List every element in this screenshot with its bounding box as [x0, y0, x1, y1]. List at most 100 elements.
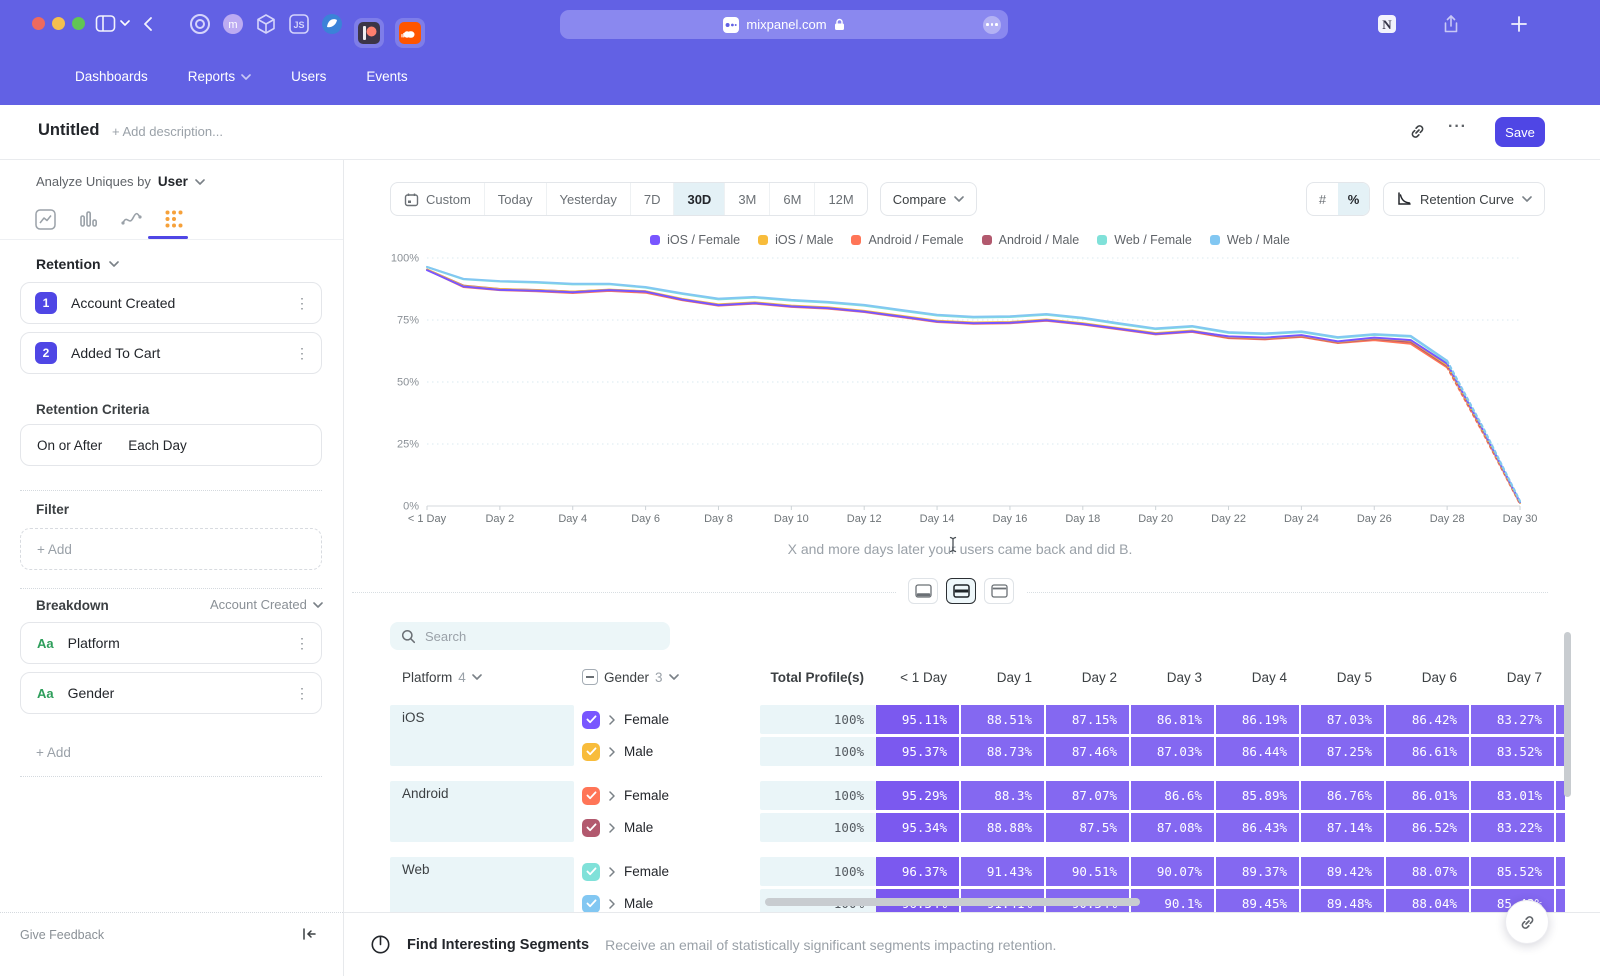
save-button[interactable]: Save	[1495, 117, 1545, 147]
chevron-right-icon[interactable]	[609, 715, 615, 725]
series-checkbox[interactable]	[582, 863, 600, 881]
soundcloud-icon[interactable]	[395, 18, 425, 48]
total-column-header[interactable]: Total Profile(s)	[760, 670, 876, 685]
share-link-floating-button[interactable]	[1505, 900, 1549, 944]
gender-cell[interactable]: Male	[574, 737, 760, 766]
gender-cell[interactable]: Female	[574, 857, 760, 886]
breakdown-property-label[interactable]: Gender	[68, 685, 115, 701]
day-column-header[interactable]: Day 4	[1216, 670, 1299, 685]
legend-item[interactable]: iOS / Male	[758, 233, 833, 247]
more-options-icon[interactable]: ⋮	[295, 636, 309, 650]
tab-funnels[interactable]	[77, 208, 100, 231]
more-options-icon[interactable]: ⋮	[295, 346, 309, 360]
nav-item-users[interactable]: Users	[291, 69, 326, 84]
retention-value-cell[interactable]: 85.52%	[1471, 857, 1554, 886]
add-breakdown-button[interactable]: + Add	[20, 738, 322, 777]
gender-label[interactable]: Male	[624, 820, 653, 835]
globe-icon[interactable]	[321, 13, 343, 35]
retention-value-cell[interactable]: 87.08%	[1131, 813, 1214, 842]
retention-value-cell[interactable]: 91.43%	[961, 857, 1044, 886]
horizontal-scrollbar[interactable]	[765, 898, 1140, 906]
legend-item[interactable]: iOS / Female	[650, 233, 740, 247]
gender-label[interactable]: Male	[624, 896, 653, 911]
layout-split-button[interactable]	[946, 578, 976, 604]
breakdown-card[interactable]: AaGender⋮	[20, 672, 322, 714]
retention-value-cell[interactable]: 83.01%	[1471, 781, 1554, 810]
step-event-label[interactable]: Account Created	[71, 295, 175, 311]
more-options-icon[interactable]: ···	[1448, 118, 1467, 136]
date-range-7d[interactable]: 7D	[630, 183, 674, 215]
close-window-button[interactable]	[32, 17, 45, 30]
retention-value-cell[interactable]: 87.14%	[1301, 813, 1384, 842]
criteria-interval[interactable]: Each Day	[128, 438, 187, 453]
series-checkbox[interactable]	[582, 711, 600, 729]
retention-value-cell[interactable]: 86.01%	[1386, 781, 1469, 810]
series-checkbox[interactable]	[582, 819, 600, 837]
select-all-checkbox[interactable]	[582, 669, 598, 685]
notion-tab-icon[interactable]: N	[1376, 13, 1398, 35]
retention-value-cell[interactable]: 87.25%	[1301, 737, 1384, 766]
retention-value-cell[interactable]: 87.07%	[1046, 781, 1129, 810]
series-checkbox[interactable]	[582, 787, 600, 805]
more-options-icon[interactable]: ⋮	[295, 296, 309, 310]
chart-type-selector[interactable]: Retention Curve	[1383, 182, 1545, 216]
legend-item[interactable]: Android / Male	[982, 233, 1080, 247]
legend-item[interactable]: Web / Female	[1097, 233, 1192, 247]
retention-step-card[interactable]: 1Account Created⋮	[20, 282, 322, 324]
vertical-scrollbar[interactable]	[1564, 632, 1571, 797]
copy-link-icon[interactable]	[1408, 122, 1427, 141]
retention-value-cell-clipped[interactable]	[1556, 813, 1565, 842]
gender-label[interactable]: Male	[624, 744, 653, 759]
retention-value-cell[interactable]: 90.07%	[1131, 857, 1214, 886]
gender-label[interactable]: Female	[624, 864, 669, 879]
step-event-label[interactable]: Added To Cart	[71, 345, 160, 361]
date-range-30d[interactable]: 30D	[673, 183, 724, 215]
cube-icon[interactable]	[255, 13, 277, 35]
breakdown-scope-selector[interactable]: Account Created	[210, 597, 323, 612]
day-column-header[interactable]: Day 2	[1046, 670, 1129, 685]
chevron-down-icon[interactable]	[195, 179, 205, 185]
retention-value-cell[interactable]: 89.37%	[1216, 857, 1299, 886]
retention-value-cell[interactable]: 86.42%	[1386, 705, 1469, 734]
new-tab-icon[interactable]	[1508, 13, 1530, 35]
share-icon[interactable]	[1440, 13, 1462, 35]
day-column-header[interactable]: Day 3	[1131, 670, 1214, 685]
retention-value-cell[interactable]: 95.11%	[876, 705, 959, 734]
onepassword-icon[interactable]	[189, 13, 211, 35]
day-column-header[interactable]: Day 7	[1471, 670, 1554, 685]
breakdown-card[interactable]: AaPlatform⋮	[20, 622, 322, 664]
add-filter-button[interactable]: + Add	[20, 528, 322, 570]
gender-cell[interactable]: Female	[574, 781, 760, 810]
chevron-right-icon[interactable]	[609, 823, 615, 833]
retention-step-card[interactable]: 2Added To Cart⋮	[20, 332, 322, 374]
retention-value-cell[interactable]: 86.6%	[1131, 781, 1214, 810]
nav-item-dashboards[interactable]: Dashboards	[75, 69, 148, 84]
retention-value-cell[interactable]: 87.03%	[1301, 705, 1384, 734]
day-column-header[interactable]: Day 1	[961, 670, 1044, 685]
retention-value-cell[interactable]: 87.15%	[1046, 705, 1129, 734]
compare-button[interactable]: Compare	[880, 182, 977, 216]
retention-value-cell[interactable]: 95.29%	[876, 781, 959, 810]
chevron-down-icon[interactable]	[109, 261, 119, 267]
retention-value-cell[interactable]: 88.88%	[961, 813, 1044, 842]
absolute-numbers-toggle[interactable]: #	[1307, 183, 1338, 215]
retention-value-cell[interactable]: 83.52%	[1471, 737, 1554, 766]
js-icon[interactable]: JS	[288, 13, 310, 35]
day-column-header[interactable]: Day 5	[1301, 670, 1384, 685]
table-search-input[interactable]: Search	[390, 622, 670, 650]
collapse-sidebar-icon[interactable]	[300, 925, 318, 943]
retention-value-cell-clipped[interactable]	[1556, 857, 1565, 886]
retention-value-cell[interactable]: 87.03%	[1131, 737, 1214, 766]
retention-value-cell[interactable]: 88.07%	[1386, 857, 1469, 886]
retention-value-cell[interactable]: 88.73%	[961, 737, 1044, 766]
day-column-header[interactable]: Day 6	[1386, 670, 1469, 685]
retention-value-cell[interactable]: 89.42%	[1301, 857, 1384, 886]
patreon-icon[interactable]	[354, 18, 384, 48]
chevron-down-icon[interactable]	[120, 20, 130, 26]
retention-value-cell[interactable]: 85.89%	[1216, 781, 1299, 810]
zoom-window-button[interactable]	[72, 17, 85, 30]
day-column-header[interactable]: < 1 Day	[876, 670, 959, 685]
chevron-right-icon[interactable]	[609, 899, 615, 909]
gender-cell[interactable]: Male	[574, 813, 760, 842]
tab-insights[interactable]	[34, 208, 57, 231]
